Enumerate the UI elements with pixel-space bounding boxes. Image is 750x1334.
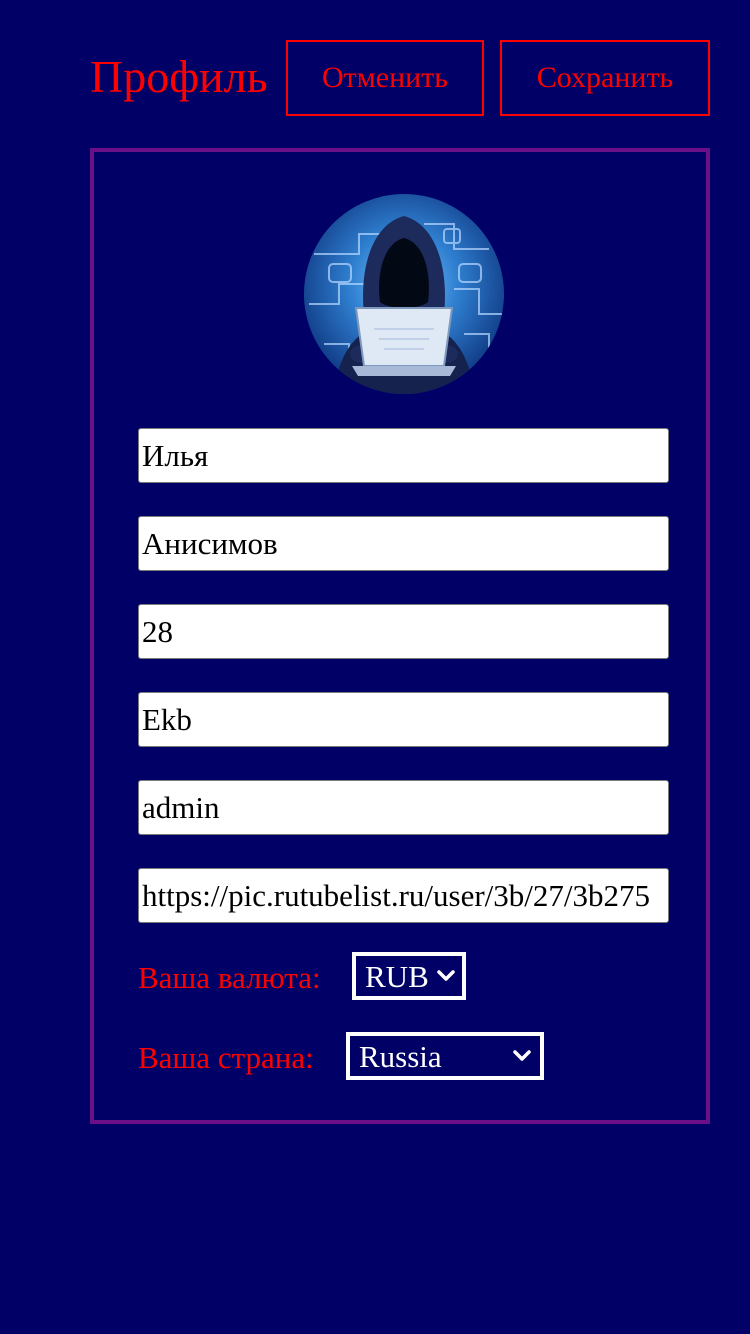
last-name-field[interactable] <box>138 516 669 571</box>
country-label: Ваша страна: <box>138 1040 314 1075</box>
city-field[interactable] <box>138 692 669 747</box>
first-name-field[interactable] <box>138 428 669 483</box>
country-select-value: Russia <box>359 1039 442 1074</box>
role-field[interactable] <box>138 780 669 835</box>
currency-label: Ваша валюта: <box>138 960 321 995</box>
country-select[interactable]: Russia <box>346 1032 544 1080</box>
currency-select-value: RUB <box>365 959 429 994</box>
avatar-url-field[interactable] <box>138 868 669 923</box>
page-title: Профиль <box>90 51 268 102</box>
save-button[interactable]: Сохранить <box>500 40 710 116</box>
chevron-down-icon <box>437 970 455 981</box>
avatar[interactable] <box>304 194 504 394</box>
age-field[interactable] <box>138 604 669 659</box>
profile-card: Ваша валюта: RUB Ваша страна: Russia <box>90 148 710 1124</box>
cancel-button[interactable]: Отменить <box>286 40 484 116</box>
hacker-avatar-icon <box>304 194 504 394</box>
currency-select[interactable]: RUB <box>352 952 466 1000</box>
chevron-down-icon <box>513 1050 531 1061</box>
